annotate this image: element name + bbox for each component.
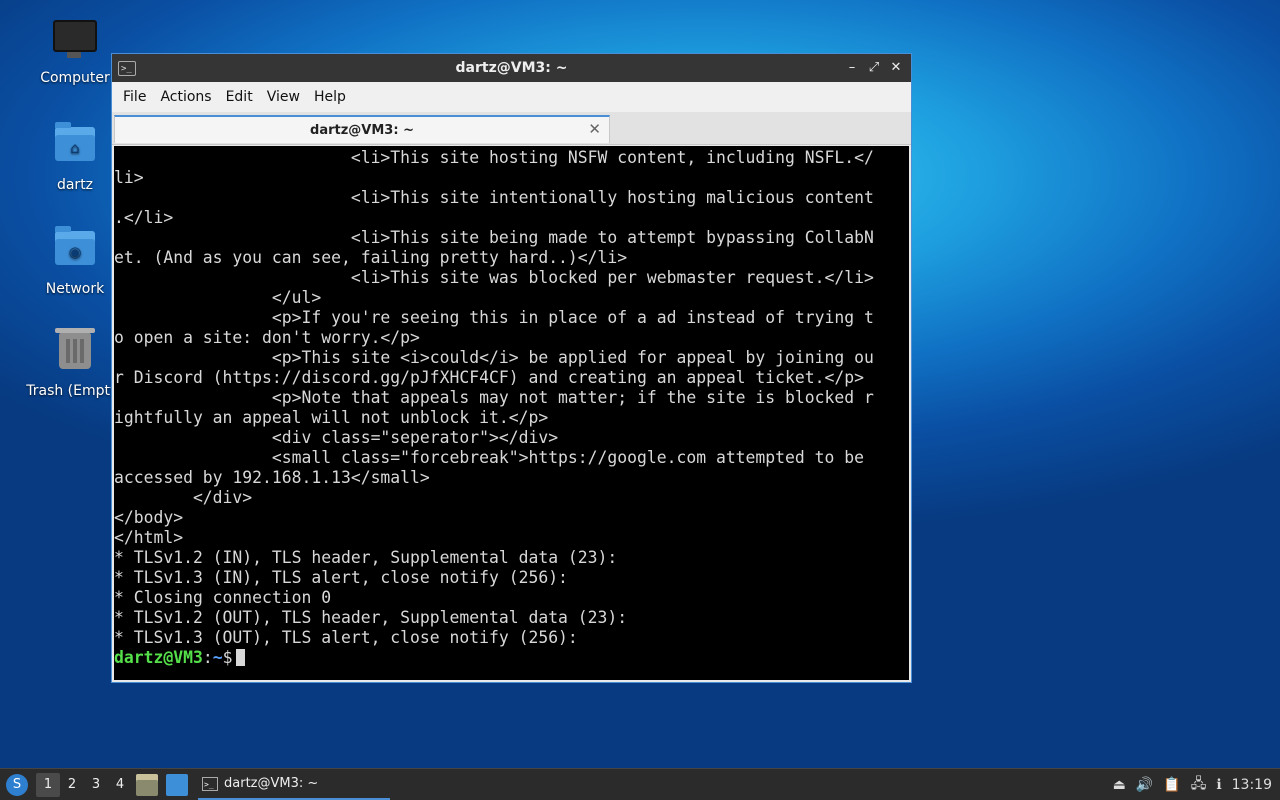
terminal-line: </body> xyxy=(114,508,184,527)
close-icon[interactable]: ✕ xyxy=(887,59,905,77)
terminal-window: >_ dartz@VM3: ~ – ⤢ ✕ File Actions Edit … xyxy=(111,53,912,683)
desktop-icon-label: dartz xyxy=(56,177,94,193)
file-manager-icon[interactable] xyxy=(136,773,158,796)
menu-view[interactable]: View xyxy=(260,89,307,105)
terminal-line: o open a site: don't worry.</p> xyxy=(114,328,420,347)
eject-icon[interactable]: ⏏ xyxy=(1113,777,1126,793)
terminal-cursor xyxy=(236,649,246,666)
tab-terminal[interactable]: dartz@VM3: ~ ✕ xyxy=(114,115,610,143)
terminal-output[interactable]: <li>This site hosting NSFW content, incl… xyxy=(114,146,909,680)
system-tray: ⏏ 🔊 📋 🖧 ℹ 13:19 xyxy=(1113,773,1272,797)
volume-icon[interactable]: 🔊 xyxy=(1136,777,1153,793)
terminal-line: <div class="seperator"></div> xyxy=(271,428,559,447)
terminal-line: accessed by 192.168.1.13</small> xyxy=(114,468,430,487)
clipboard-icon[interactable]: 📋 xyxy=(1163,777,1180,793)
terminal-line: ightfully an appeal will not unblock it.… xyxy=(114,408,549,427)
menu-help[interactable]: Help xyxy=(307,89,353,105)
terminal-line: <li>This site was blocked per webmaster … xyxy=(350,268,874,287)
workspace-2[interactable]: 2 xyxy=(60,773,84,797)
prompt-user: dartz@VM3 xyxy=(114,648,203,667)
trash-icon xyxy=(53,328,97,377)
workspace-3[interactable]: 3 xyxy=(84,773,108,797)
terminal-line: * TLSv1.2 (OUT), TLS header, Supplementa… xyxy=(114,608,628,627)
terminal-icon: >_ xyxy=(202,776,218,791)
taskbar-task-terminal[interactable]: >_ dartz@VM3: ~ xyxy=(198,770,390,800)
terminal-line: <p>Note that appeals may not matter; if … xyxy=(271,388,874,407)
terminal-line: et. (And as you can see, failing pretty … xyxy=(114,248,628,267)
menu-bar: File Actions Edit View Help xyxy=(112,82,911,112)
desktop-icon-label: Computer xyxy=(40,70,110,86)
window-titlebar[interactable]: >_ dartz@VM3: ~ – ⤢ ✕ xyxy=(112,54,911,82)
terminal-line: <li>This site hosting NSFW content, incl… xyxy=(350,148,874,167)
minimize-icon[interactable]: – xyxy=(843,59,861,77)
computer-icon xyxy=(53,20,97,64)
window-title: dartz@VM3: ~ xyxy=(455,60,568,76)
terminal-line: <small class="forcebreak">https://google… xyxy=(271,448,864,467)
desktop-icon-network[interactable]: ◉ Network xyxy=(25,226,125,297)
terminal-line: * Closing connection 0 xyxy=(114,588,332,607)
terminal-line: </html> xyxy=(114,528,184,547)
prompt-path: ~ xyxy=(212,648,223,667)
taskbar: S 1 2 3 4 >_ dartz@VM3: ~ ⏏ 🔊 📋 🖧 ℹ 13:1… xyxy=(0,768,1280,800)
desktop-icon-trash[interactable]: Trash (Empty) xyxy=(25,328,125,399)
menu-file[interactable]: File xyxy=(116,89,153,105)
desktop-icon-home[interactable]: ⌂ dartz xyxy=(25,122,125,193)
terminal-line: * TLSv1.3 (IN), TLS alert, close notify … xyxy=(114,568,568,587)
terminal-line: * TLSv1.3 (OUT), TLS alert, close notify… xyxy=(114,628,578,647)
workspace-4[interactable]: 4 xyxy=(108,773,132,797)
network-folder-icon: ◉ xyxy=(53,226,97,275)
terminal-line: li> xyxy=(114,168,144,187)
task-label: dartz@VM3: ~ xyxy=(224,776,319,791)
terminal-line: <p>If you're seeing this in place of a a… xyxy=(271,308,874,327)
tab-close-icon[interactable]: ✕ xyxy=(588,120,601,138)
terminal-line: <li>This site being made to attempt bypa… xyxy=(350,228,874,247)
desktop-icon[interactable] xyxy=(166,773,188,796)
maximize-icon[interactable]: ⤢ xyxy=(865,59,883,77)
prompt-separator: : xyxy=(202,648,213,667)
terminal-line: <li>This site intentionally hosting mali… xyxy=(350,188,874,207)
network-icon[interactable]: 🖧 xyxy=(1191,773,1207,797)
terminal-icon: >_ xyxy=(118,60,136,76)
terminal-line: </div> xyxy=(192,488,253,507)
update-icon[interactable]: ℹ xyxy=(1216,777,1221,793)
terminal-text: <li>This site hosting NSFW content, incl… xyxy=(114,146,909,668)
workspace-1[interactable]: 1 xyxy=(36,772,60,797)
desktop-icon-computer[interactable]: Computer xyxy=(25,16,125,86)
terminal-line: .</li> xyxy=(114,208,174,227)
start-menu-icon[interactable]: S xyxy=(6,773,28,796)
desktop-icon-label: Trash (Empty) xyxy=(26,383,124,399)
terminal-prompt: dartz@VM3:~$ xyxy=(114,648,246,667)
terminal-line: * TLSv1.2 (IN), TLS header, Supplemental… xyxy=(114,548,618,567)
terminal-line: </ul> xyxy=(271,288,322,307)
menu-edit[interactable]: Edit xyxy=(219,89,260,105)
home-folder-icon: ⌂ xyxy=(53,122,97,171)
tab-label: dartz@VM3: ~ xyxy=(310,122,414,138)
prompt-symbol: $ xyxy=(222,648,233,667)
terminal-line: r Discord (https://discord.gg/pJfXHCF4CF… xyxy=(114,368,864,387)
menu-actions[interactable]: Actions xyxy=(153,89,218,105)
clock[interactable]: 13:19 xyxy=(1232,777,1272,793)
terminal-line: <p>This site <i>could</i> be applied for… xyxy=(271,348,874,367)
tab-bar: dartz@VM3: ~ ✕ xyxy=(112,112,911,145)
desktop-icon-label: Network xyxy=(45,281,105,297)
